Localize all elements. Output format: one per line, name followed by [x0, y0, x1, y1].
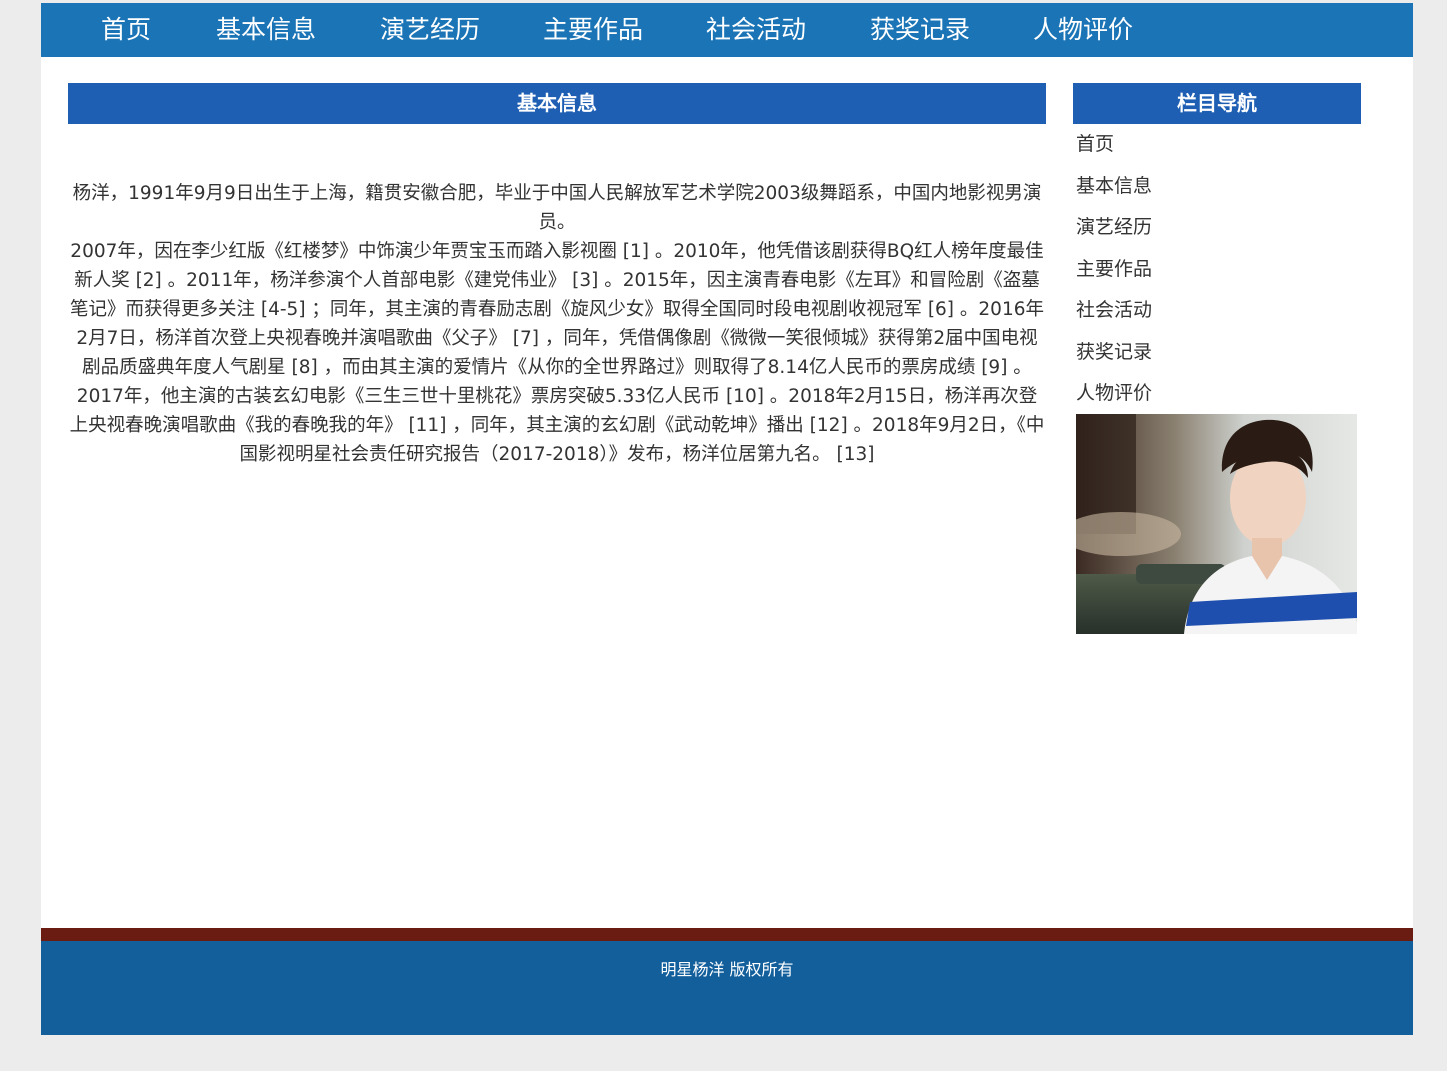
article-paragraph-career: 2007年，因在李少红版《红楼梦》中饰演少年贾宝玉而踏入影视圈 [1] 。201…: [69, 241, 1045, 465]
nav-item-social[interactable]: 社会活动: [706, 3, 806, 57]
sidebar-item-awards[interactable]: 获奖记录: [1076, 332, 1361, 374]
sidebar-item-works[interactable]: 主要作品: [1076, 249, 1361, 291]
sidebar-item-home[interactable]: 首页: [1076, 124, 1361, 166]
portrait-photo: [1076, 414, 1357, 634]
footer-copyright: 明星杨洋 版权所有: [660, 960, 794, 979]
sidebar-header: 栏目导航: [1073, 83, 1361, 124]
nav-item-basic-info[interactable]: 基本信息: [216, 3, 316, 57]
nav-item-career[interactable]: 演艺经历: [380, 3, 480, 57]
nav-item-reviews[interactable]: 人物评价: [1033, 3, 1133, 57]
main-section-header: 基本信息: [68, 83, 1046, 124]
nav-item-home[interactable]: 首页: [101, 3, 151, 57]
nav-item-awards[interactable]: 获奖记录: [870, 3, 970, 57]
top-navigation: 首页 基本信息 演艺经历 主要作品 社会活动 获奖记录 人物评价: [41, 3, 1413, 57]
nav-item-works[interactable]: 主要作品: [543, 3, 643, 57]
sidebar-item-career[interactable]: 演艺经历: [1076, 207, 1361, 249]
sidebar-nav: 首页 基本信息 演艺经历 主要作品 社会活动 获奖记录 人物评价: [1076, 124, 1361, 415]
main-article: 杨洋，1991年9月9日出生于上海，籍贯安徽合肥，毕业于中国人民解放军艺术学院2…: [68, 179, 1046, 469]
page-container: 首页 基本信息 演艺经历 主要作品 社会活动 获奖记录 人物评价 基本信息 杨洋…: [41, 3, 1413, 1035]
footer: 明星杨洋 版权所有: [41, 941, 1413, 1035]
article-paragraph-intro: 杨洋，1991年9月9日出生于上海，籍贯安徽合肥，毕业于中国人民解放军艺术学院2…: [72, 183, 1042, 233]
sidebar-item-basic-info[interactable]: 基本信息: [1076, 166, 1361, 208]
footer-divider: [41, 928, 1413, 941]
sidebar-item-reviews[interactable]: 人物评价: [1076, 373, 1361, 415]
sidebar-item-social[interactable]: 社会活动: [1076, 290, 1361, 332]
